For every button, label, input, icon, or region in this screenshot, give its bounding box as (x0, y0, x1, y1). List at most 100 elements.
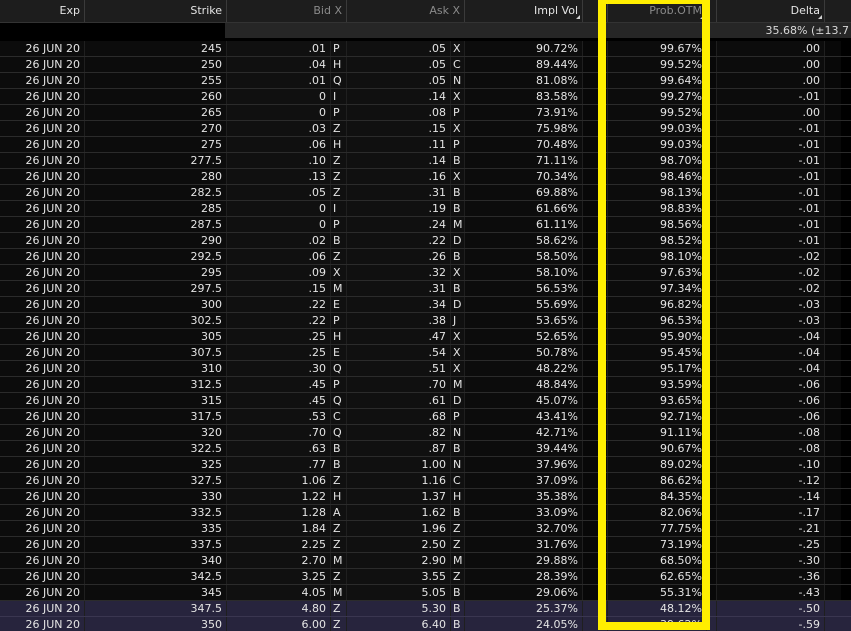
column-menu-icon[interactable] (700, 15, 704, 19)
cell-bid: 2.70 (227, 553, 331, 568)
cell-bid: .09 (227, 265, 331, 280)
cell-bid-exchange: A (331, 505, 347, 520)
cell-strike: 315 (85, 393, 227, 408)
column-header-exp[interactable]: Exp (0, 0, 85, 22)
cell-impl-vol: 83.58% (465, 89, 583, 104)
table-row[interactable]: 26 JUN 20 317.5.53 C .68 P 43.41% 92.71% -.06 (0, 409, 851, 425)
table-row[interactable]: 26 JUN 20 265 0 P .08 P 73.91% 99.52% .00 (0, 105, 851, 121)
table-body: 26 JUN 20 245.01 P .05 X 90.72% 99.67% .00 26 JU… (0, 41, 851, 631)
cell-ask: 5.30 (347, 601, 451, 616)
table-row[interactable]: 26 JUN 20 255.01 Q .05 N 81.08% 99.64% .00 (0, 73, 851, 89)
column-header-impl-vol[interactable]: Impl Vol (465, 0, 583, 22)
cell-ask-exchange: P (451, 137, 465, 152)
table-row[interactable]: 26 JUN 20 297.5.15 M .31 B 56.53% 97.34% -.02 (0, 281, 851, 297)
cell-spacer (707, 297, 717, 312)
table-row[interactable]: 26 JUN 20 320.70 Q .82 N 42.71% 91.11% -.08 (0, 425, 851, 441)
table-row[interactable]: 26 JUN 20 345 4.05 M 5.05 B 29.06% 55.31% -.43 (0, 585, 851, 601)
table-row[interactable]: 26 JUN 20 295.09 X .32 X 58.10% 97.63% -.02 (0, 265, 851, 281)
table-row[interactable]: 26 JUN 20 285 0 I .19 B 61.66% 98.83% -.01 (0, 201, 851, 217)
table-row[interactable]: 26 JUN 20 332.5 1.28 A 1.62 B 33.09% 82.06% -.17 (0, 505, 851, 521)
table-row[interactable]: 26 JUN 20 350 6.00 Z 6.40 B 24.05% 39.62% -.59 (0, 617, 851, 631)
table-row[interactable]: 26 JUN 20 347.5 4.80 Z 5.30 B 25.37% 48.12% -.50 (0, 601, 851, 617)
cell-spacer (825, 617, 841, 631)
table-row[interactable]: 26 JUN 20 260 0 I .14 X 83.58% 99.27% -.01 (0, 89, 851, 105)
cell-spacer (825, 153, 841, 168)
table-row[interactable]: 26 JUN 20 330 1.22 H 1.37 H 35.38% 84.35% -.14 (0, 489, 851, 505)
column-header-bid[interactable]: Bid X (227, 0, 347, 22)
cell-spacer (583, 441, 608, 456)
table-row[interactable]: 26 JUN 20 287.5 0 P .24 M 61.11% 98.56% -.01 (0, 217, 851, 233)
cell-spacer (707, 233, 717, 248)
cell-bid-exchange: Q (331, 361, 347, 376)
cell-spacer (825, 521, 841, 536)
table-row[interactable]: 26 JUN 20 322.5.63 B .87 B 39.44% 90.67% -.08 (0, 441, 851, 457)
table-row[interactable]: 26 JUN 20 315.45 Q .61 D 45.07% 93.65% -.06 (0, 393, 851, 409)
cell-ask-exchange: X (451, 169, 465, 184)
cell-exp: 26 JUN 20 (0, 409, 85, 424)
cell-delta: .00 (717, 41, 825, 56)
table-row[interactable]: 26 JUN 20 337.5 2.25 Z 2.50 Z 31.76% 73.19% -.25 (0, 537, 851, 553)
cell-prob-otm: 96.53% (608, 313, 707, 328)
cell-delta: -.04 (717, 329, 825, 344)
column-header-ask[interactable]: Ask X (347, 0, 465, 22)
table-row[interactable]: 26 JUN 20 340 2.70 M 2.90 M 29.88% 68.50% -.30 (0, 553, 851, 569)
cell-spacer (825, 409, 841, 424)
table-row[interactable]: 26 JUN 20 335 1.84 Z 1.96 Z 32.70% 77.75% -.21 (0, 521, 851, 537)
cell-spacer (583, 473, 608, 488)
cell-bid: 0 (227, 89, 331, 104)
cell-spacer (583, 345, 608, 360)
table-row[interactable]: 26 JUN 20 292.5.06 Z .26 B 58.50% 98.10% -.02 (0, 249, 851, 265)
cell-strike: 332.5 (85, 505, 227, 520)
cell-prob-otm: 92.71% (608, 409, 707, 424)
table-row[interactable]: 26 JUN 20 300.22 E .34 D 55.69% 96.82% -.03 (0, 297, 851, 313)
column-header-strike[interactable]: Strike (85, 0, 227, 22)
cell-spacer (583, 425, 608, 440)
cell-ask: .26 (347, 249, 451, 264)
column-menu-icon[interactable] (576, 15, 580, 19)
cell-impl-vol: 73.91% (465, 105, 583, 120)
table-row[interactable]: 26 JUN 20 305.25 H .47 X 52.65% 95.90% -.04 (0, 329, 851, 345)
cell-prob-otm: 55.31% (608, 585, 707, 600)
cell-bid: .03 (227, 121, 331, 136)
table-row[interactable]: 26 JUN 20 245.01 P .05 X 90.72% 99.67% .00 (0, 41, 851, 57)
table-row[interactable]: 26 JUN 20 327.5 1.06 Z 1.16 C 37.09% 86.62% -.12 (0, 473, 851, 489)
table-row[interactable]: 26 JUN 20 342.5 3.25 Z 3.55 Z 28.39% 62.65% -.36 (0, 569, 851, 585)
column-menu-icon[interactable] (818, 15, 822, 19)
cell-strike: 297.5 (85, 281, 227, 296)
column-header-prob-otm[interactable]: Prob.OTM (608, 0, 707, 22)
table-row[interactable]: 26 JUN 20 277.5.10 Z .14 B 71.11% 98.70% -.01 (0, 153, 851, 169)
cell-bid-exchange: Q (331, 73, 347, 88)
cell-impl-vol: 42.71% (465, 425, 583, 440)
table-row[interactable]: 26 JUN 20 302.5.22 P .38 J 53.65% 96.53% -.03 (0, 313, 851, 329)
cell-bid-exchange: Z (331, 185, 347, 200)
cell-ask: .61 (347, 393, 451, 408)
table-row[interactable]: 26 JUN 20 282.5.05 Z .31 B 69.88% 98.13% -.01 (0, 185, 851, 201)
table-row[interactable]: 26 JUN 20 250.04 H .05 C 89.44% 99.52% .00 (0, 57, 851, 73)
cell-bid: .63 (227, 441, 331, 456)
cell-strike: 312.5 (85, 377, 227, 392)
cell-spacer (825, 73, 841, 88)
table-row[interactable]: 26 JUN 20 280.13 Z .16 X 70.34% 98.46% -.01 (0, 169, 851, 185)
cell-exp: 26 JUN 20 (0, 345, 85, 360)
table-row[interactable]: 26 JUN 20 275.06 H .11 P 70.48% 99.03% -.01 (0, 137, 851, 153)
cell-bid-exchange: Z (331, 169, 347, 184)
cell-bid-exchange: P (331, 377, 347, 392)
table-row[interactable]: 26 JUN 20 310.30 Q .51 X 48.22% 95.17% -.04 (0, 361, 851, 377)
table-row[interactable]: 26 JUN 20 270.03 Z .15 X 75.98% 99.03% -.01 (0, 121, 851, 137)
cell-ask: .05 (347, 41, 451, 56)
table-row[interactable]: 26 JUN 20 325.77 B 1.00 N 37.96% 89.02% -.10 (0, 457, 851, 473)
column-header-delta[interactable]: Delta (717, 0, 825, 22)
cell-ask-exchange: D (451, 297, 465, 312)
table-row[interactable]: 26 JUN 20 307.5.25 E .54 X 50.78% 95.45% -.04 (0, 345, 851, 361)
table-row[interactable]: 26 JUN 20 312.5.45 P .70 M 48.84% 93.59% -.06 (0, 377, 851, 393)
cell-ask: .68 (347, 409, 451, 424)
cell-exp: 26 JUN 20 (0, 553, 85, 568)
cell-strike: 342.5 (85, 569, 227, 584)
cell-impl-vol: 89.44% (465, 57, 583, 72)
cell-spacer (583, 361, 608, 376)
cell-impl-vol: 55.69% (465, 297, 583, 312)
table-row[interactable]: 26 JUN 20 290.02 B .22 D 58.62% 98.52% -.01 (0, 233, 851, 249)
cell-prob-otm: 99.27% (608, 89, 707, 104)
cell-spacer (825, 393, 841, 408)
cell-bid: 0 (227, 201, 331, 216)
